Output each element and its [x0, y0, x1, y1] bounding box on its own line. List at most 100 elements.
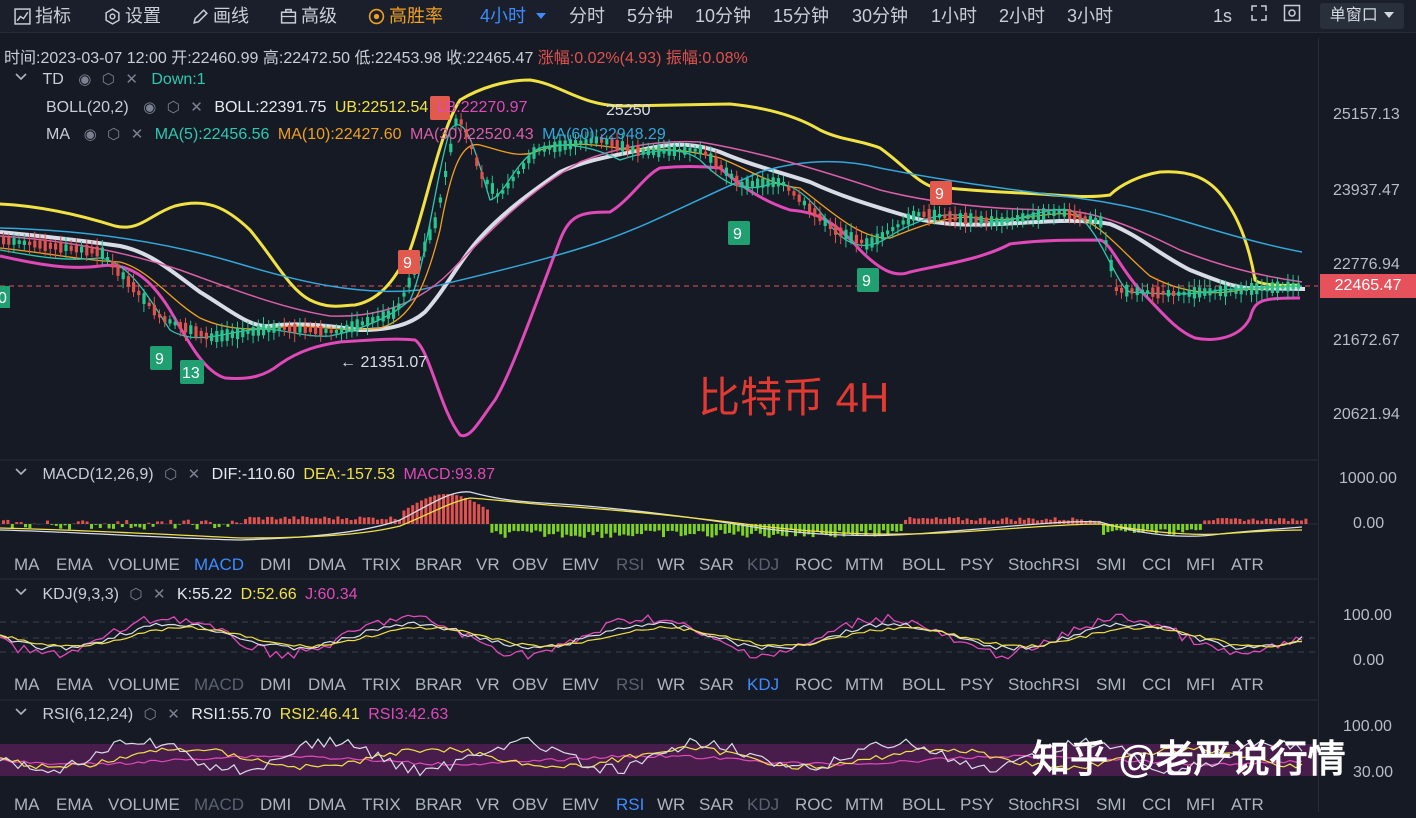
close-icon[interactable]: ✕ — [131, 125, 144, 143]
indicator-tab-dmi[interactable]: DMI — [260, 792, 291, 818]
indicator-tab-kdj[interactable]: KDJ — [747, 792, 779, 818]
indicator-tab-mfi[interactable]: MFI — [1186, 552, 1215, 578]
gear-icon[interactable]: ⬡ — [129, 585, 142, 603]
rsi-legend[interactable]: RSI(6,12,24) ⬡ ✕ RSI1:55.70 RSI2:46.41 R… — [14, 705, 448, 724]
indicator-tab-sar[interactable]: SAR — [699, 672, 734, 698]
indicator-tab-rsi[interactable]: RSI — [616, 672, 644, 698]
indicator-tab-macd[interactable]: MACD — [194, 552, 244, 578]
indicator-tab-vr[interactable]: VR — [476, 792, 500, 818]
price-axis[interactable]: 25157.13 23937.47 22776.94 21672.67 2062… — [1318, 38, 1416, 812]
indicator-tab-ma[interactable]: MA — [14, 672, 40, 698]
candle-body — [538, 148, 541, 152]
indicator-tab-atr[interactable]: ATR — [1231, 792, 1264, 818]
indicator-tab-atr[interactable]: ATR — [1231, 672, 1264, 698]
indicator-tab-rsi[interactable]: RSI — [616, 792, 644, 818]
indicator-tab-cci[interactable]: CCI — [1142, 792, 1171, 818]
indicator-tab-dmi[interactable]: DMI — [260, 672, 291, 698]
collapse-icon[interactable] — [14, 467, 28, 477]
indicator-tab-sar[interactable]: SAR — [699, 552, 734, 578]
gear-icon[interactable]: ⬡ — [102, 70, 115, 88]
indicator-tab-brar[interactable]: BRAR — [415, 792, 462, 818]
indicator-tab-mfi[interactable]: MFI — [1186, 672, 1215, 698]
indicator-tab-macd[interactable]: MACD — [194, 672, 244, 698]
gear-icon[interactable]: ⬡ — [144, 705, 157, 723]
indicator-tab-smi[interactable]: SMI — [1096, 552, 1126, 578]
indicator-tab-stochrsi[interactable]: StochRSI — [1008, 672, 1080, 698]
indicator-tab-volume[interactable]: VOLUME — [108, 552, 180, 578]
boll-legend[interactable]: BOLL(20,2) ◉ ⬡ ✕ BOLL:22391.75 UB:22512.… — [46, 98, 527, 117]
indicator-tab-stochrsi[interactable]: StochRSI — [1008, 552, 1080, 578]
indicator-tab-psy[interactable]: PSY — [960, 552, 994, 578]
indicator-tab-vr[interactable]: VR — [476, 552, 500, 578]
indicator-tab-smi[interactable]: SMI — [1096, 792, 1126, 818]
indicator-tab-ema[interactable]: EMA — [56, 552, 93, 578]
indicator-tab-dma[interactable]: DMA — [308, 552, 346, 578]
indicator-tab-ma[interactable]: MA — [14, 552, 40, 578]
indicator-tab-stochrsi[interactable]: StochRSI — [1008, 792, 1080, 818]
close-icon[interactable]: ✕ — [190, 98, 203, 116]
indicator-tab-cci[interactable]: CCI — [1142, 552, 1171, 578]
indicator-tab-psy[interactable]: PSY — [960, 792, 994, 818]
indicator-tab-emv[interactable]: EMV — [562, 792, 599, 818]
indicator-tab-roc[interactable]: ROC — [795, 672, 833, 698]
indicator-tab-trix[interactable]: TRIX — [362, 792, 401, 818]
indicator-tab-trix[interactable]: TRIX — [362, 552, 401, 578]
indicator-tab-ema[interactable]: EMA — [56, 672, 93, 698]
indicator-tab-volume[interactable]: VOLUME — [108, 792, 180, 818]
indicator-tab-mtm[interactable]: MTM — [845, 552, 884, 578]
gear-icon[interactable]: ⬡ — [164, 465, 177, 483]
indicator-tab-emv[interactable]: EMV — [562, 672, 599, 698]
close-icon[interactable]: ✕ — [125, 70, 138, 88]
indicator-tab-kdj[interactable]: KDJ — [747, 552, 779, 578]
indicator-tab-obv[interactable]: OBV — [512, 792, 548, 818]
indicator-tab-wr[interactable]: WR — [657, 552, 685, 578]
indicator-tab-roc[interactable]: ROC — [795, 552, 833, 578]
indicator-tab-psy[interactable]: PSY — [960, 672, 994, 698]
eye-icon[interactable]: ◉ — [78, 70, 91, 88]
kdj-legend[interactable]: KDJ(9,3,3) ⬡ ✕ K:55.22 D:52.66 J:60.34 — [14, 585, 358, 604]
macd-legend[interactable]: MACD(12,26,9) ⬡ ✕ DIF:-110.60 DEA:-157.5… — [14, 465, 495, 484]
macd-bar — [512, 524, 515, 531]
indicator-tab-brar[interactable]: BRAR — [415, 672, 462, 698]
indicator-tab-dmi[interactable]: DMI — [260, 552, 291, 578]
indicator-tab-cci[interactable]: CCI — [1142, 672, 1171, 698]
indicator-tab-atr[interactable]: ATR — [1231, 552, 1264, 578]
indicator-tab-wr[interactable]: WR — [657, 792, 685, 818]
collapse-icon[interactable] — [14, 587, 28, 597]
indicator-tab-wr[interactable]: WR — [657, 672, 685, 698]
eye-icon[interactable]: ◉ — [143, 98, 156, 116]
indicator-tab-ma[interactable]: MA — [14, 792, 40, 818]
indicator-tab-rsi[interactable]: RSI — [616, 552, 644, 578]
indicator-tab-mtm[interactable]: MTM — [845, 672, 884, 698]
indicator-tab-volume[interactable]: VOLUME — [108, 672, 180, 698]
indicator-tab-obv[interactable]: OBV — [512, 672, 548, 698]
indicator-tab-boll[interactable]: BOLL — [902, 552, 945, 578]
indicator-tab-macd[interactable]: MACD — [194, 792, 244, 818]
indicator-tab-obv[interactable]: OBV — [512, 552, 548, 578]
indicator-tab-mtm[interactable]: MTM — [845, 792, 884, 818]
indicator-tab-dma[interactable]: DMA — [308, 792, 346, 818]
eye-icon[interactable]: ◉ — [84, 125, 97, 143]
indicator-tab-emv[interactable]: EMV — [562, 552, 599, 578]
indicator-tab-trix[interactable]: TRIX — [362, 672, 401, 698]
indicator-tab-mfi[interactable]: MFI — [1186, 792, 1215, 818]
indicator-tab-vr[interactable]: VR — [476, 672, 500, 698]
close-icon[interactable]: ✕ — [188, 465, 201, 483]
indicator-tab-dma[interactable]: DMA — [308, 672, 346, 698]
close-icon[interactable]: ✕ — [153, 585, 166, 603]
indicator-tab-kdj[interactable]: KDJ — [747, 672, 779, 698]
indicator-tab-boll[interactable]: BOLL — [902, 672, 945, 698]
td-legend[interactable]: TD ◉ ⬡ ✕ Down:1 — [14, 70, 206, 89]
indicator-tab-ema[interactable]: EMA — [56, 792, 93, 818]
close-icon[interactable]: ✕ — [167, 705, 180, 723]
indicator-tab-boll[interactable]: BOLL — [902, 792, 945, 818]
gear-icon[interactable]: ⬡ — [107, 125, 120, 143]
indicator-tab-roc[interactable]: ROC — [795, 792, 833, 818]
indicator-tab-smi[interactable]: SMI — [1096, 672, 1126, 698]
gear-icon[interactable]: ⬡ — [167, 98, 180, 116]
ma-legend[interactable]: MA ◉ ⬡ ✕ MA(5):22456.56 MA(10):22427.60 … — [46, 125, 666, 144]
collapse-icon[interactable] — [14, 72, 28, 82]
indicator-tab-sar[interactable]: SAR — [699, 792, 734, 818]
indicator-tab-brar[interactable]: BRAR — [415, 552, 462, 578]
collapse-icon[interactable] — [14, 707, 28, 717]
